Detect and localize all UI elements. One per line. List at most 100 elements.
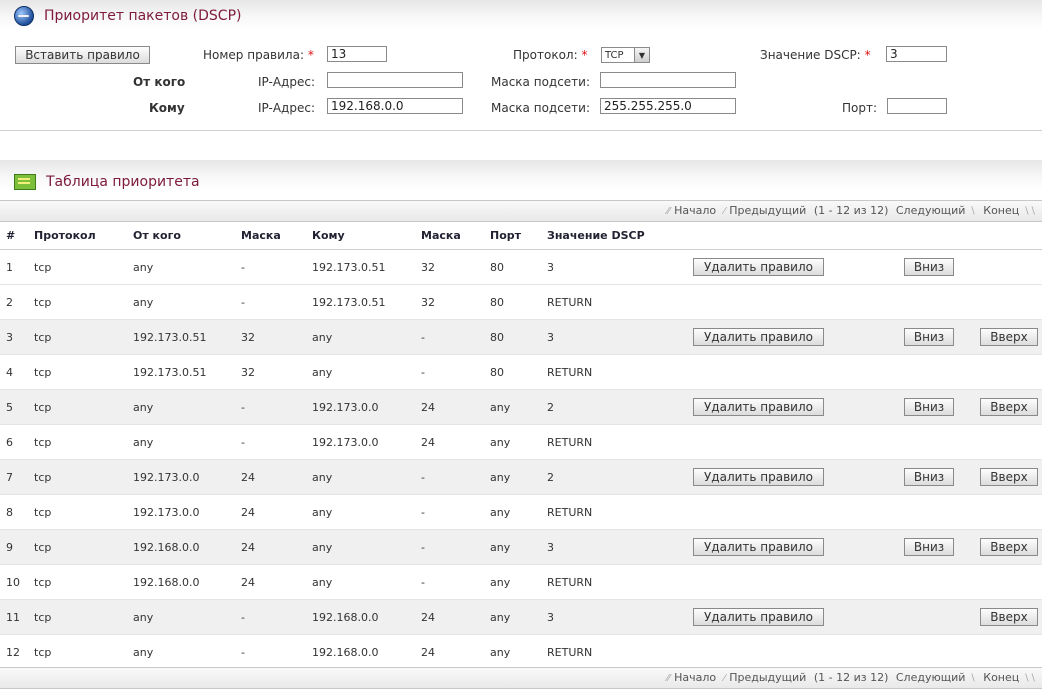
table-row: 6 tcp any -192.173.0.0 24 any RETURN xyxy=(0,424,1042,460)
protocol-cell: tcp xyxy=(28,249,127,285)
move-down-button[interactable]: Вниз xyxy=(904,258,954,276)
table-row: 7 tcp 192.173.0.0 24 any - any 2 Удалить правило… xyxy=(0,459,1042,495)
protocol-cell: tcp xyxy=(28,284,127,320)
chevron-down-icon[interactable]: ▼ xyxy=(634,48,649,62)
prev-page-icon: ⁄ xyxy=(723,206,726,217)
from-cell: 192.173.0.0 xyxy=(127,494,235,530)
pager-next-link[interactable]: Следующий xyxy=(896,204,966,217)
table-row: 3 tcp 192.173.0.51 32 any -80 3 Удалить правило… xyxy=(0,319,1042,355)
delete-rule-cell: Удалить правило xyxy=(687,319,898,355)
to-mask-cell: 24 xyxy=(415,424,484,460)
from-cell: any xyxy=(127,424,235,460)
to-port-input[interactable] xyxy=(887,98,947,114)
move-down-button[interactable]: Вниз xyxy=(904,468,954,486)
from-cell: 192.168.0.0 xyxy=(127,564,235,600)
table-section-header: Таблица приоритета xyxy=(14,174,200,190)
rule-number-input[interactable] xyxy=(327,46,387,62)
delete-rule-button[interactable]: Удалить правило xyxy=(693,608,824,626)
pager-prev-link[interactable]: Предыдущий xyxy=(729,204,806,217)
protocol-cell: tcp xyxy=(28,564,127,600)
from-mask-cell: 24 xyxy=(235,564,306,600)
rule-number-cell: 7 xyxy=(0,459,28,495)
delete-rule-button[interactable]: Удалить правило xyxy=(693,398,824,416)
dscp-cell: RETURN xyxy=(541,284,687,320)
from-mask-cell: 24 xyxy=(235,459,306,495)
delete-rule-button[interactable]: Удалить правило xyxy=(693,328,824,346)
port-cell: any xyxy=(484,564,541,600)
from-cell: 192.168.0.0 xyxy=(127,529,235,565)
dscp-cell: 3 xyxy=(541,249,687,285)
rule-number-cell: 1 xyxy=(0,249,28,285)
from-mask-cell: - xyxy=(235,599,306,635)
protocol-cell: tcp xyxy=(28,459,127,495)
move-down-button[interactable]: Вниз xyxy=(904,538,954,556)
to-mask-cell: 32 xyxy=(415,284,484,320)
delete-rule-button[interactable]: Удалить правило xyxy=(693,538,824,556)
pager-last-link[interactable]: Конец xyxy=(983,671,1019,684)
column-header: Маска xyxy=(235,221,306,250)
pager-first-link[interactable]: Начало xyxy=(674,671,716,684)
move-up-cell: Вверх xyxy=(974,319,1042,355)
delete-rule-cell xyxy=(687,634,898,670)
protocol-cell: tcp xyxy=(28,389,127,425)
table-icon xyxy=(14,174,36,190)
rule-number-cell: 11 xyxy=(0,599,28,635)
pager-bottom: ⁄⁄ Начало ⁄ Предыдущий (1 - 12 из 12) След… xyxy=(0,667,1042,689)
to-cell: 192.168.0.0 xyxy=(306,634,415,670)
pager-first-link[interactable]: Начало xyxy=(674,204,716,217)
move-up-button[interactable]: Вверх xyxy=(980,468,1038,486)
dscp-label: Значение DSCP: * xyxy=(760,48,871,62)
to-ip-input[interactable] xyxy=(327,98,463,114)
to-cell: 192.173.0.0 xyxy=(306,424,415,460)
from-mask-label: Маска подсети: xyxy=(491,75,591,89)
pager-prev-link[interactable]: Предыдущий xyxy=(729,671,806,684)
dscp-cell: 3 xyxy=(541,599,687,635)
rule-number-cell: 9 xyxy=(0,529,28,565)
from-label: От кого xyxy=(133,75,186,89)
move-down-button[interactable]: Вниз xyxy=(904,398,954,416)
to-mask-cell: - xyxy=(415,564,484,600)
prev-page-icon: ⁄ xyxy=(723,673,726,684)
table-body: 1 tcp any -192.173.0.51 32 80 3 Удалить правило… xyxy=(0,249,1042,670)
from-mask-input[interactable] xyxy=(600,72,736,88)
from-cell: 192.173.0.0 xyxy=(127,459,235,495)
protocol-cell: tcp xyxy=(28,494,127,530)
to-label: Кому xyxy=(149,101,185,115)
port-cell: any xyxy=(484,599,541,635)
dscp-input[interactable] xyxy=(886,46,947,62)
pager-last-link[interactable]: Конец xyxy=(983,204,1019,217)
delete-rule-cell xyxy=(687,354,898,390)
move-down-button[interactable]: Вниз xyxy=(904,328,954,346)
port-cell: any xyxy=(484,529,541,565)
from-ip-input[interactable] xyxy=(327,72,463,88)
to-mask-cell: - xyxy=(415,354,484,390)
to-mask-cell: 24 xyxy=(415,389,484,425)
to-mask-cell: - xyxy=(415,459,484,495)
required-mark: * xyxy=(864,48,871,62)
delete-rule-button[interactable]: Удалить правило xyxy=(693,468,824,486)
delete-rule-cell: Удалить правило xyxy=(687,249,898,285)
delete-rule-button[interactable]: Удалить правило xyxy=(693,258,824,276)
to-mask-cell: - xyxy=(415,494,484,530)
from-mask-cell: 24 xyxy=(235,494,306,530)
next-page-icon: ∖ xyxy=(969,206,976,217)
delete-rule-cell: Удалить правило xyxy=(687,599,898,635)
port-cell: 80 xyxy=(484,249,541,285)
from-ip-label: IP-Адрес: xyxy=(258,75,315,89)
protocol-select[interactable]: TCP ▼ xyxy=(601,47,650,63)
move-up-button[interactable]: Вверх xyxy=(980,538,1038,556)
rule-number-cell: 12 xyxy=(0,634,28,670)
to-port-label: Порт: xyxy=(842,101,878,115)
move-down-cell: Вниз xyxy=(898,529,974,565)
table-row: 4 tcp 192.173.0.51 32 any -80 RETURN xyxy=(0,354,1042,390)
move-up-button[interactable]: Вверх xyxy=(980,398,1038,416)
from-cell: 192.173.0.51 xyxy=(127,319,235,355)
pager-next-link[interactable]: Следующий xyxy=(896,671,966,684)
move-up-cell xyxy=(974,284,1042,320)
move-up-button[interactable]: Вверх xyxy=(980,608,1038,626)
column-header: Маска xyxy=(415,221,484,250)
pager-range: (1 - 12 из 12) xyxy=(813,204,889,217)
insert-rule-button[interactable]: Вставить правило xyxy=(15,46,150,64)
to-mask-input[interactable] xyxy=(600,98,736,114)
move-up-button[interactable]: Вверх xyxy=(980,328,1038,346)
